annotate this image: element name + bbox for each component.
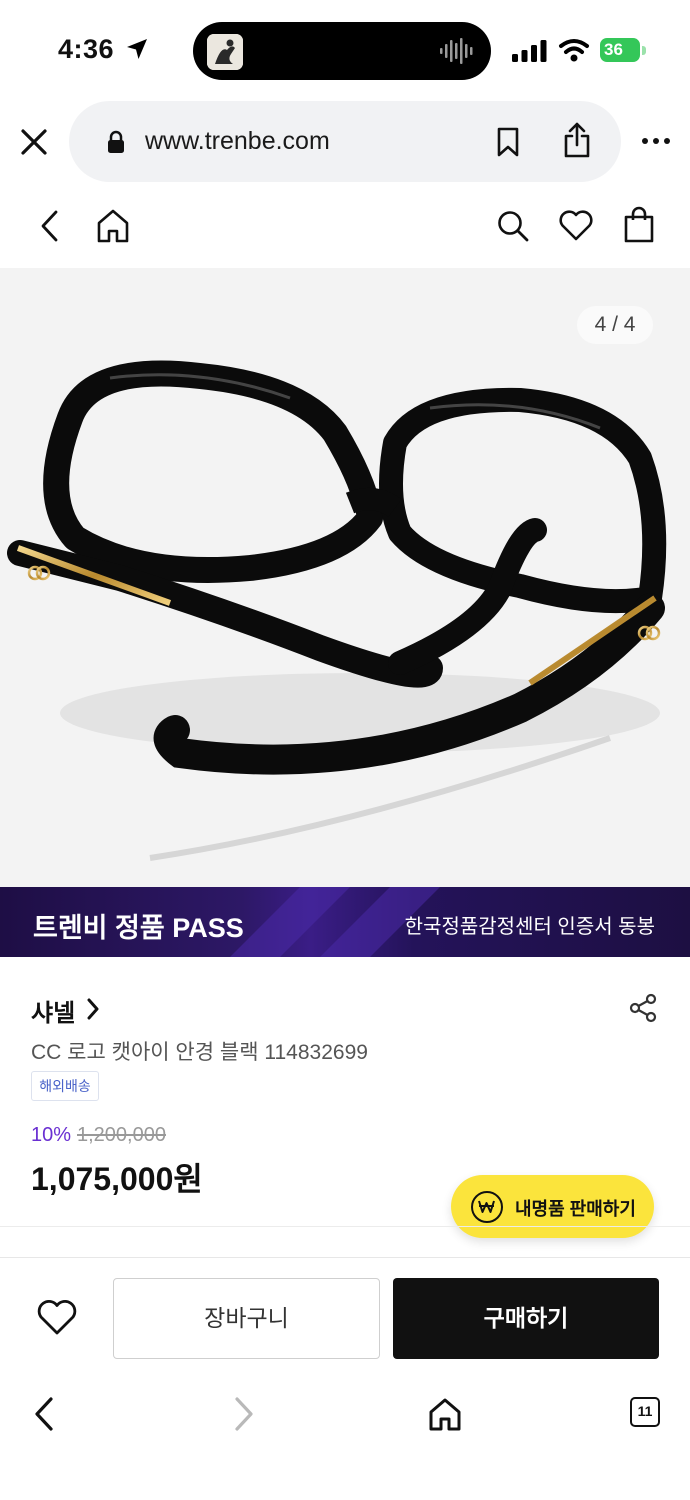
sell-button-label: 내명품 판매하기 bbox=[515, 1199, 636, 1219]
wifi-icon bbox=[559, 39, 589, 62]
original-price: 1,200,000 bbox=[77, 1124, 166, 1146]
dynamic-island[interactable] bbox=[193, 22, 491, 80]
browser-forward-icon[interactable] bbox=[230, 1396, 258, 1432]
brand-link[interactable]: 샤넬 bbox=[31, 993, 75, 1028]
tabs-count-button[interactable]: 11 bbox=[630, 1397, 660, 1427]
status-bar: 4:36 36 bbox=[0, 0, 690, 100]
more-options-icon[interactable] bbox=[641, 137, 671, 145]
wishlist-heart-icon[interactable] bbox=[36, 1298, 78, 1336]
battery-indicator: 36 bbox=[600, 38, 640, 62]
lock-icon bbox=[108, 130, 124, 153]
share-icon[interactable] bbox=[562, 121, 592, 159]
cellular-signal-icon bbox=[512, 40, 547, 62]
image-counter: 4 / 4 bbox=[577, 306, 653, 344]
shopping-bag-icon[interactable] bbox=[622, 206, 656, 244]
bookmark-icon[interactable] bbox=[495, 127, 521, 157]
pass-title: 트렌비 정품 PASS bbox=[33, 913, 244, 943]
browser-back-icon[interactable] bbox=[30, 1396, 58, 1432]
browser-toolbar: 11 bbox=[0, 1378, 690, 1500]
audio-waveform-icon bbox=[440, 38, 473, 64]
overseas-shipping-badge: 해외배송 bbox=[31, 1071, 99, 1101]
buy-now-button[interactable]: 구매하기 bbox=[393, 1278, 659, 1359]
back-icon[interactable] bbox=[36, 208, 64, 244]
sell-my-luxury-button[interactable]: 내명품 판매하기 bbox=[451, 1175, 654, 1238]
product-image-gallery[interactable]: 4 / 4 bbox=[0, 268, 690, 888]
authenticity-pass-banner[interactable]: 트렌비 정품 PASS 한국정품감정센터 인증서 동봉 bbox=[0, 887, 690, 957]
chevron-right-icon[interactable] bbox=[84, 996, 102, 1022]
product-image bbox=[7, 360, 667, 861]
search-icon[interactable] bbox=[496, 208, 530, 244]
divider bbox=[0, 1226, 690, 1227]
sale-price: 1,075,000원 bbox=[31, 1161, 203, 1197]
purchase-action-bar: 장바구니 구매하기 bbox=[0, 1257, 690, 1378]
location-arrow-icon bbox=[127, 39, 147, 59]
home-icon[interactable] bbox=[96, 208, 130, 244]
status-time: 4:36 bbox=[58, 34, 115, 64]
product-name: CC 로고 캣아이 안경 블랙 114832699 bbox=[31, 1041, 368, 1064]
add-to-cart-button[interactable]: 장바구니 bbox=[113, 1278, 380, 1359]
share-nodes-icon[interactable] bbox=[628, 993, 658, 1023]
now-playing-artwork bbox=[207, 34, 243, 70]
url-text[interactable]: www.trenbe.com bbox=[145, 127, 330, 156]
close-icon[interactable] bbox=[18, 126, 50, 158]
battery-tip bbox=[642, 46, 646, 55]
pass-subtitle: 한국정품감정센터 인증서 동봉 bbox=[404, 916, 655, 938]
won-coin-icon bbox=[471, 1191, 503, 1223]
discount-rate: 10% bbox=[31, 1124, 72, 1146]
address-bar[interactable]: www.trenbe.com bbox=[69, 101, 621, 182]
browser-home-icon[interactable] bbox=[428, 1396, 462, 1432]
heart-icon[interactable] bbox=[558, 208, 594, 242]
